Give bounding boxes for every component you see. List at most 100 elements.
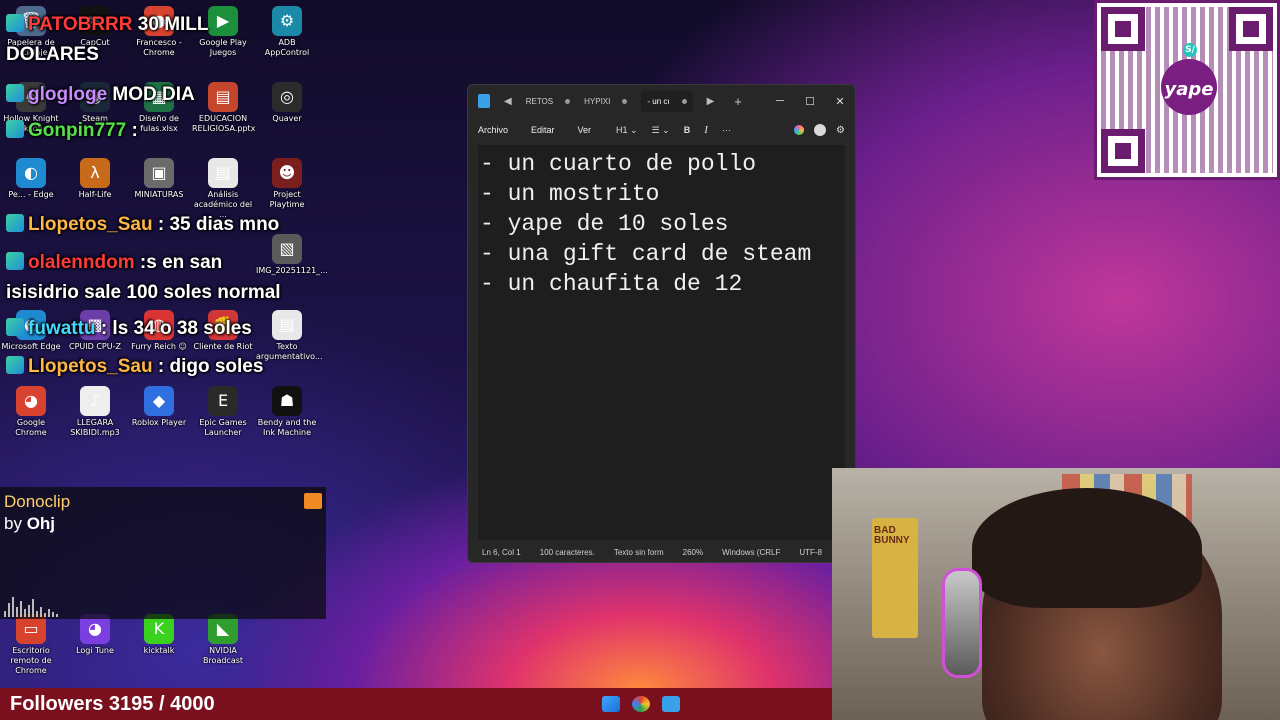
menu-ver[interactable]: Ver: [578, 125, 592, 135]
text-format[interactable]: Texto sin form: [614, 548, 664, 557]
desktop-icon[interactable]: ▣ MINIATURAS: [128, 158, 190, 200]
copilot-icon[interactable]: [794, 125, 805, 135]
maximize-button[interactable]: ☐: [795, 95, 825, 108]
app-icon: ▣: [144, 158, 174, 188]
desktop-icon[interactable]: Kkicktalk: [128, 614, 190, 656]
desktop-icon-label: ADB AppControl: [264, 38, 310, 57]
app-icon: ▶: [208, 6, 238, 36]
close-button[interactable]: ✕: [825, 95, 855, 108]
desktop-icon[interactable]: ☗ Bendy and the Ink Machine: [256, 386, 318, 438]
tab-active-document[interactable]: - un cı: [641, 90, 693, 112]
notepad-window[interactable]: ◀ RETOS HYPIXI - un cı ▶ + ─ ☐ ✕ Archivo…: [467, 84, 856, 563]
waveform-bar: [20, 601, 22, 617]
desktop-icon-label: Pe... - Edge: [8, 190, 54, 199]
waveform-bar: [8, 603, 10, 617]
unsaved-dot-icon: [622, 98, 628, 104]
line-ending[interactable]: Windows (CRLF: [722, 548, 780, 557]
app-icon: ☻: [272, 158, 302, 188]
desktop-icon-label: CPUID CPU-Z: [69, 342, 121, 351]
wall-poster: BAD BUNNY: [872, 518, 918, 638]
waveform-bar: [4, 611, 6, 617]
desktop-icon[interactable]: ▤ Análisis académico del ...: [192, 158, 254, 220]
chat-text: :s en san: [134, 252, 223, 273]
waveform-bar: [12, 597, 14, 617]
desktop-icon-label: Google Chrome: [15, 418, 47, 437]
desktop-icon[interactable]: ◎ Quaver: [256, 82, 318, 124]
tab-scroll-back-button[interactable]: ◀: [504, 96, 512, 107]
tab-label: RETOS: [525, 96, 554, 106]
zoom-level[interactable]: 260%: [683, 548, 703, 557]
new-tab-button[interactable]: +: [734, 94, 742, 109]
chat-username: glogloge: [28, 84, 108, 105]
tab-scroll-forward-button[interactable]: ▶: [707, 96, 715, 107]
desktop-icon[interactable]: ◕ Google Chrome: [0, 386, 62, 438]
donoclip-by-prefix: by: [4, 514, 27, 533]
app-icon: ◐: [16, 158, 46, 188]
yape-logo: S/ yape: [1161, 43, 1217, 115]
app-icon: ▤: [208, 82, 238, 112]
account-avatar-icon[interactable]: [814, 124, 827, 136]
minimize-button[interactable]: ─: [765, 95, 795, 108]
desktop-icon[interactable]: ⚙ ADB AppControl: [256, 6, 318, 58]
audio-waveform: [4, 595, 60, 617]
qr-finder-pattern: [1229, 7, 1273, 51]
chat-username: fuwattu: [28, 318, 96, 339]
desktop-icon-label: Furry Reich ☺: [131, 342, 187, 351]
desktop-icon[interactable]: λ Half-Life: [64, 158, 126, 200]
chat-badge-icon: [6, 84, 24, 102]
desktop-icon[interactable]: ▧ IMG_20251121_...: [256, 234, 328, 276]
notepad-titlebar[interactable]: ◀ RETOS HYPIXI - un cı ▶ + ─ ☐ ✕: [468, 85, 855, 117]
notepad-text-area[interactable]: - un cuarto de pollo - un mostrito - yap…: [478, 145, 845, 540]
list-dropdown[interactable]: ☰ ⌄: [652, 125, 670, 136]
desktop-icon-label: Francesco - Chrome: [136, 38, 182, 57]
desktop-icon-label: Roblox Player: [131, 418, 187, 427]
notepad-taskbar-icon[interactable]: [662, 696, 680, 712]
chrome-taskbar-icon[interactable]: [632, 696, 650, 712]
desktop-icon[interactable]: ▤ EDUCACION RELIGIOSA.pptx: [192, 82, 255, 134]
currency-mark: S/: [1183, 43, 1197, 57]
more-options-button[interactable]: ···: [722, 125, 731, 135]
heading-dropdown[interactable]: H1 ⌄: [616, 125, 638, 136]
desktop-icon-label: Logi Tune: [76, 646, 114, 655]
desktop-icon-label: Texto argumentativo...: [256, 342, 323, 361]
chat-username: Llopetos_Sau: [28, 214, 153, 235]
encoding[interactable]: UTF-8: [799, 548, 822, 557]
bold-button[interactable]: B: [684, 125, 691, 135]
followers-goal-bar: Followers 3195 / 4000: [0, 688, 832, 720]
desktop-icon[interactable]: ◆ Roblox Player: [128, 386, 190, 428]
app-icon: ▧: [272, 234, 302, 264]
desktop-icon[interactable]: ▤ Texto argumentativo...: [256, 310, 323, 362]
desktop-icon[interactable]: ♪ LLEGARA SKIBIDI.mp3: [64, 386, 126, 438]
desktop-icon[interactable]: ▭ Escritorio remoto de Chrome: [0, 614, 62, 676]
chat-badge-icon: [6, 214, 24, 232]
menu-editar[interactable]: Editar: [531, 125, 555, 135]
chat-message: PATOBRRR 30 MILL: [6, 14, 209, 36]
chat-username: PATOBRRR: [28, 14, 133, 35]
desktop-icon-label: LLEGARA SKIBIDI.mp3: [70, 418, 120, 437]
chat-message: Llopetos_Sau : 35 dias mno: [6, 214, 279, 236]
italic-button[interactable]: I: [704, 124, 708, 136]
notepad-menubar: Archivo Editar Ver H1 ⌄ ☰ ⌄ B I ··· ⚙: [468, 117, 855, 143]
poster-text: BAD BUNNY: [874, 525, 910, 546]
qr-finder-pattern: [1101, 129, 1145, 173]
window-controls: ─ ☐ ✕: [765, 95, 855, 108]
settings-gear-icon[interactable]: ⚙: [836, 125, 845, 136]
desktop-icon[interactable]: ◕ Logi Tune: [64, 614, 126, 656]
desktop-icon[interactable]: ◐ Pe... - Edge: [0, 158, 62, 200]
desktop-icon[interactable]: ◣ NVIDIA Broadcast: [192, 614, 254, 666]
app-icon: ▤: [272, 310, 302, 340]
desktop-icon[interactable]: E Epic Games Launcher: [192, 386, 254, 438]
chat-text: 30 MILL: [132, 14, 209, 35]
waveform-bar: [52, 612, 54, 617]
menu-archivo[interactable]: Archivo: [478, 125, 508, 135]
windows-start-icon[interactable]: [602, 696, 620, 712]
chat-badge-icon: [6, 120, 24, 138]
waveform-bar: [24, 609, 26, 617]
chat-text: isisidrio sale 100 soles normal: [6, 282, 281, 303]
webcam-feed: BAD BUNNY: [832, 468, 1280, 720]
tab-retos[interactable]: RETOS: [525, 96, 571, 106]
desktop-icon[interactable]: ☻ Project Playtime: [256, 158, 318, 210]
tab-hypixi[interactable]: HYPIXI: [584, 97, 628, 106]
chat-badge-icon: [6, 252, 24, 270]
donoclip-author: by Ohj: [4, 514, 55, 534]
